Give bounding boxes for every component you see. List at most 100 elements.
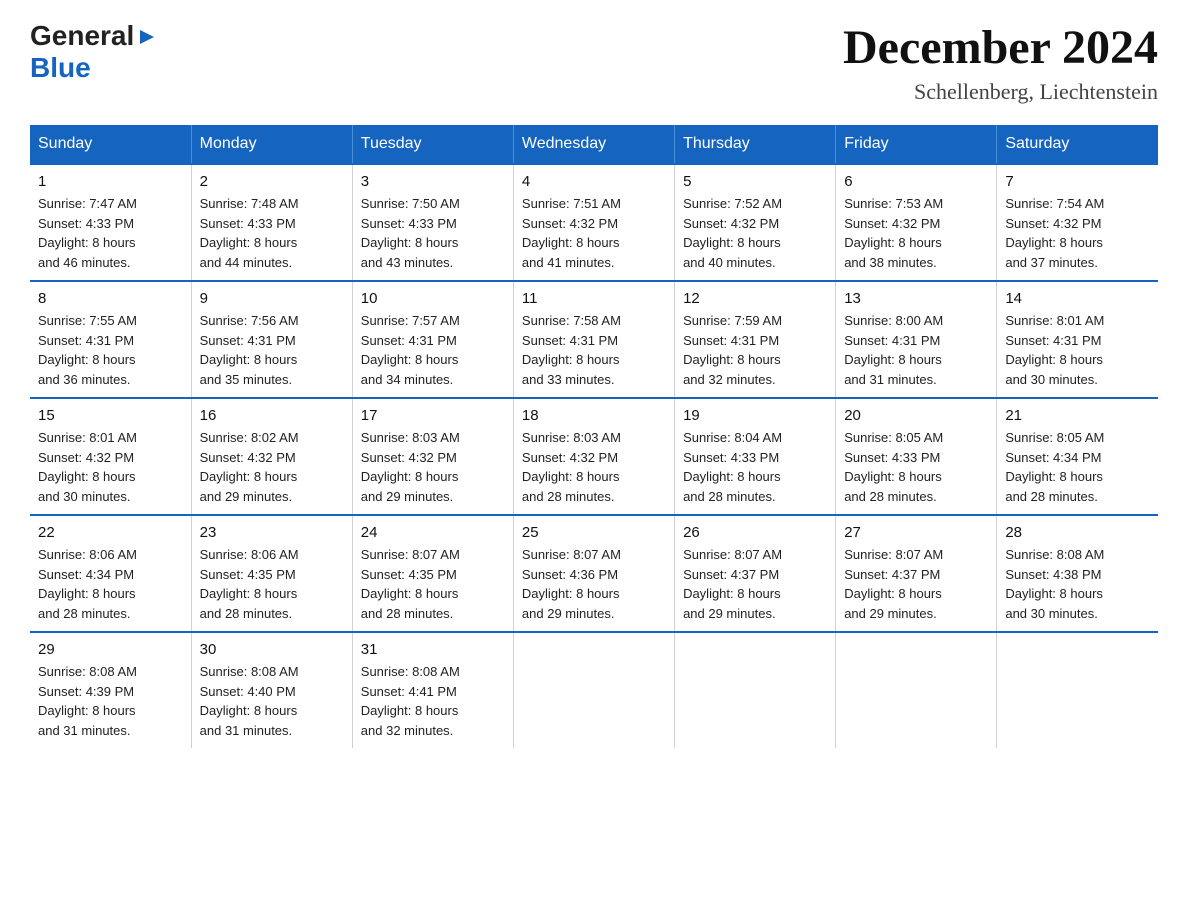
day-number: 11: [522, 290, 666, 307]
calendar-cell: 10Sunrise: 7:57 AMSunset: 4:31 PMDayligh…: [352, 281, 513, 398]
day-number: 1: [38, 173, 183, 190]
calendar-week-row: 1 Sunrise: 7:47 AMSunset: 4:33 PMDaylight…: [30, 164, 1158, 281]
day-info: Sunrise: 7:58 AMSunset: 4:31 PMDaylight:…: [522, 311, 666, 389]
calendar-cell: 5Sunrise: 7:52 AMSunset: 4:32 PMDaylight…: [675, 164, 836, 281]
calendar-week-row: 15 Sunrise: 8:01 AMSunset: 4:32 PMDayligh…: [30, 398, 1158, 515]
day-number: 24: [361, 524, 505, 541]
location-subtitle: Schellenberg, Liechtenstein: [843, 79, 1158, 105]
day-number: 4: [522, 173, 666, 190]
calendar-cell: 8Sunrise: 7:55 AMSunset: 4:31 PMDaylight…: [30, 281, 191, 398]
day-info: Sunrise: 7:50 AMSunset: 4:33 PMDaylight:…: [361, 194, 505, 272]
day-number: 5: [683, 173, 827, 190]
day-info: Sunrise: 8:06 AMSunset: 4:34 PMDaylight:…: [38, 545, 183, 623]
calendar-cell: 9Sunrise: 7:56 AMSunset: 4:31 PMDaylight…: [191, 281, 352, 398]
day-number: 15: [38, 407, 183, 424]
col-sunday: Sunday: [30, 125, 191, 164]
day-number: 23: [200, 524, 344, 541]
logo: General Blue: [30, 20, 158, 84]
day-info: Sunrise: 7:47 AMSunset: 4:33 PMDaylight:…: [38, 194, 183, 272]
day-info: Sunrise: 8:07 AMSunset: 4:37 PMDaylight:…: [844, 545, 988, 623]
calendar-cell: 3 Sunrise: 7:50 AMSunset: 4:33 PMDaylight…: [352, 164, 513, 281]
day-info: Sunrise: 7:54 AMSunset: 4:32 PMDaylight:…: [1005, 194, 1150, 272]
day-info: Sunrise: 8:07 AMSunset: 4:36 PMDaylight:…: [522, 545, 666, 623]
day-info: Sunrise: 8:03 AMSunset: 4:32 PMDaylight:…: [522, 428, 666, 506]
day-number: 30: [200, 641, 344, 658]
calendar-body: 1 Sunrise: 7:47 AMSunset: 4:33 PMDaylight…: [30, 164, 1158, 748]
day-number: 18: [522, 407, 666, 424]
day-number: 21: [1005, 407, 1150, 424]
calendar-week-row: 22 Sunrise: 8:06 AMSunset: 4:34 PMDayligh…: [30, 515, 1158, 632]
logo-arrow-icon: [136, 26, 158, 48]
day-number: 10: [361, 290, 505, 307]
day-number: 2: [200, 173, 344, 190]
calendar-cell: 6 Sunrise: 7:53 AMSunset: 4:32 PMDaylight…: [836, 164, 997, 281]
day-number: 6: [844, 173, 988, 190]
calendar-cell: 1 Sunrise: 7:47 AMSunset: 4:33 PMDaylight…: [30, 164, 191, 281]
day-info: Sunrise: 8:08 AMSunset: 4:38 PMDaylight:…: [1005, 545, 1150, 623]
calendar-table: Sunday Monday Tuesday Wednesday Thursday…: [30, 125, 1158, 748]
day-info: Sunrise: 7:56 AMSunset: 4:31 PMDaylight:…: [200, 311, 344, 389]
calendar-cell: 24 Sunrise: 8:07 AMSunset: 4:35 PMDayligh…: [352, 515, 513, 632]
col-thursday: Thursday: [675, 125, 836, 164]
calendar-cell: [513, 632, 674, 748]
calendar-cell: 26 Sunrise: 8:07 AMSunset: 4:37 PMDayligh…: [675, 515, 836, 632]
day-number: 17: [361, 407, 505, 424]
calendar-cell: 4 Sunrise: 7:51 AMSunset: 4:32 PMDaylight…: [513, 164, 674, 281]
day-info: Sunrise: 8:07 AMSunset: 4:37 PMDaylight:…: [683, 545, 827, 623]
day-number: 14: [1005, 290, 1150, 307]
day-info: Sunrise: 8:04 AMSunset: 4:33 PMDaylight:…: [683, 428, 827, 506]
day-info: Sunrise: 7:51 AMSunset: 4:32 PMDaylight:…: [522, 194, 666, 272]
calendar-cell: 15 Sunrise: 8:01 AMSunset: 4:32 PMDayligh…: [30, 398, 191, 515]
day-info: Sunrise: 7:53 AMSunset: 4:32 PMDaylight:…: [844, 194, 988, 272]
logo-blue-text: Blue: [30, 52, 158, 84]
day-number: 16: [200, 407, 344, 424]
day-number: 3: [361, 173, 505, 190]
day-info: Sunrise: 7:48 AMSunset: 4:33 PMDaylight:…: [200, 194, 344, 272]
calendar-cell: [675, 632, 836, 748]
col-wednesday: Wednesday: [513, 125, 674, 164]
calendar-cell: 27 Sunrise: 8:07 AMSunset: 4:37 PMDayligh…: [836, 515, 997, 632]
calendar-week-row: 8Sunrise: 7:55 AMSunset: 4:31 PMDaylight…: [30, 281, 1158, 398]
calendar-cell: 13Sunrise: 8:00 AMSunset: 4:31 PMDayligh…: [836, 281, 997, 398]
calendar-cell: 25 Sunrise: 8:07 AMSunset: 4:36 PMDayligh…: [513, 515, 674, 632]
day-info: Sunrise: 8:08 AMSunset: 4:41 PMDaylight:…: [361, 662, 505, 740]
calendar-cell: 17Sunrise: 8:03 AMSunset: 4:32 PMDayligh…: [352, 398, 513, 515]
day-info: Sunrise: 8:00 AMSunset: 4:31 PMDaylight:…: [844, 311, 988, 389]
day-number: 25: [522, 524, 666, 541]
day-number: 29: [38, 641, 183, 658]
col-saturday: Saturday: [997, 125, 1158, 164]
day-info: Sunrise: 8:08 AMSunset: 4:39 PMDaylight:…: [38, 662, 183, 740]
day-info: Sunrise: 7:55 AMSunset: 4:31 PMDaylight:…: [38, 311, 183, 389]
day-number: 20: [844, 407, 988, 424]
calendar-cell: 22 Sunrise: 8:06 AMSunset: 4:34 PMDayligh…: [30, 515, 191, 632]
col-friday: Friday: [836, 125, 997, 164]
calendar-cell: 31 Sunrise: 8:08 AMSunset: 4:41 PMDayligh…: [352, 632, 513, 748]
calendar-cell: 14Sunrise: 8:01 AMSunset: 4:31 PMDayligh…: [997, 281, 1158, 398]
calendar-week-row: 29 Sunrise: 8:08 AMSunset: 4:39 PMDayligh…: [30, 632, 1158, 748]
calendar-cell: 28Sunrise: 8:08 AMSunset: 4:38 PMDayligh…: [997, 515, 1158, 632]
day-number: 26: [683, 524, 827, 541]
month-title: December 2024: [843, 20, 1158, 75]
calendar-cell: 30 Sunrise: 8:08 AMSunset: 4:40 PMDayligh…: [191, 632, 352, 748]
calendar-cell: [836, 632, 997, 748]
calendar-cell: 12Sunrise: 7:59 AMSunset: 4:31 PMDayligh…: [675, 281, 836, 398]
day-info: Sunrise: 8:01 AMSunset: 4:32 PMDaylight:…: [38, 428, 183, 506]
day-number: 19: [683, 407, 827, 424]
header-row: Sunday Monday Tuesday Wednesday Thursday…: [30, 125, 1158, 164]
day-info: Sunrise: 8:08 AMSunset: 4:40 PMDaylight:…: [200, 662, 344, 740]
calendar-cell: [997, 632, 1158, 748]
calendar-cell: 21 Sunrise: 8:05 AMSunset: 4:34 PMDayligh…: [997, 398, 1158, 515]
calendar-cell: 18 Sunrise: 8:03 AMSunset: 4:32 PMDayligh…: [513, 398, 674, 515]
day-number: 27: [844, 524, 988, 541]
day-info: Sunrise: 8:02 AMSunset: 4:32 PMDaylight:…: [200, 428, 344, 506]
calendar-cell: 7 Sunrise: 7:54 AMSunset: 4:32 PMDaylight…: [997, 164, 1158, 281]
day-info: Sunrise: 8:05 AMSunset: 4:33 PMDaylight:…: [844, 428, 988, 506]
day-info: Sunrise: 8:07 AMSunset: 4:35 PMDaylight:…: [361, 545, 505, 623]
calendar-cell: 16 Sunrise: 8:02 AMSunset: 4:32 PMDayligh…: [191, 398, 352, 515]
calendar-cell: 19 Sunrise: 8:04 AMSunset: 4:33 PMDayligh…: [675, 398, 836, 515]
day-number: 22: [38, 524, 183, 541]
day-info: Sunrise: 8:05 AMSunset: 4:34 PMDaylight:…: [1005, 428, 1150, 506]
logo-general-text: General: [30, 20, 134, 52]
day-number: 31: [361, 641, 505, 658]
day-number: 7: [1005, 173, 1150, 190]
